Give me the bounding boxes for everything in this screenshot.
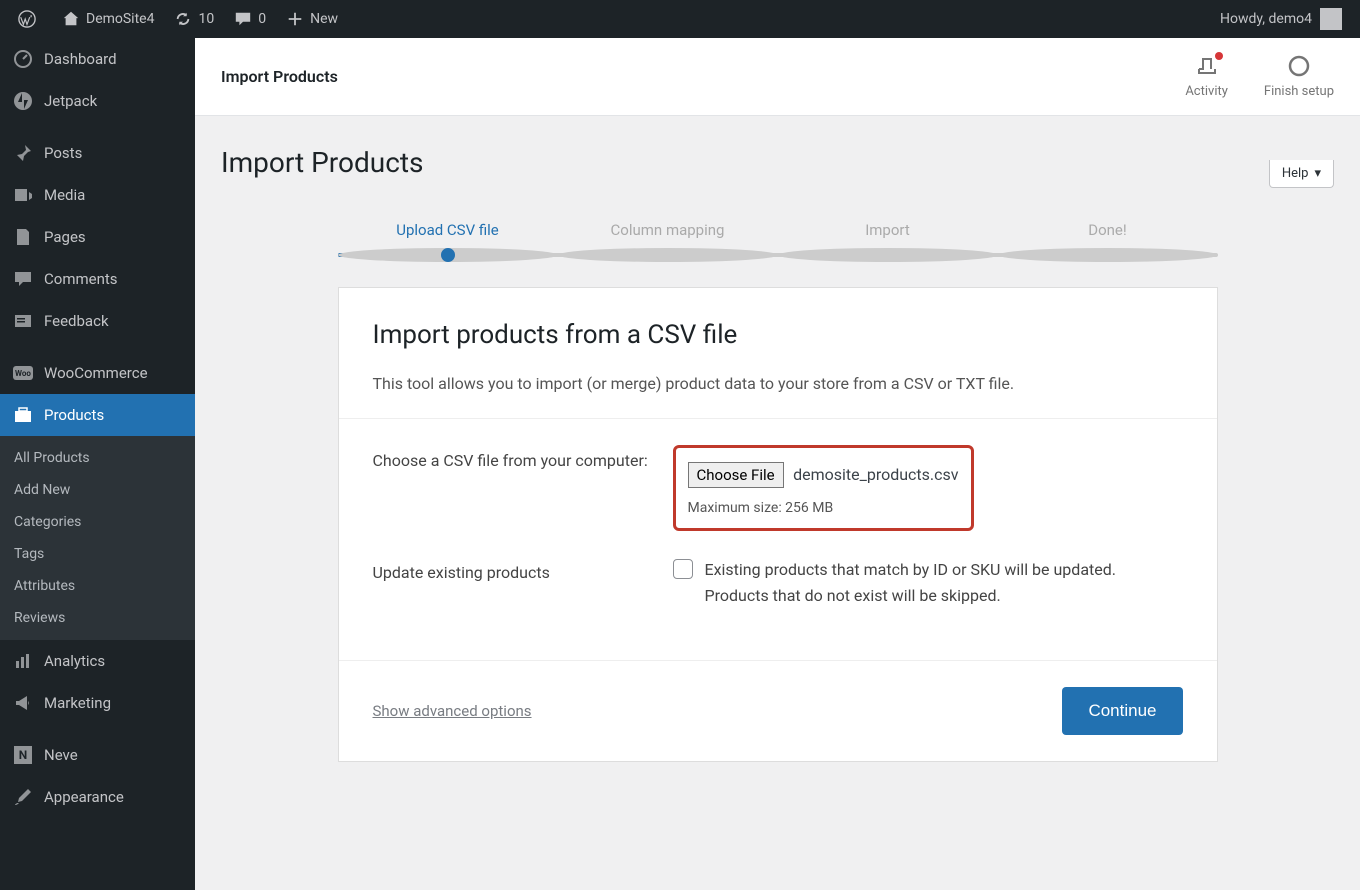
sidebar-label: WooCommerce <box>44 364 148 382</box>
products-icon <box>12 404 34 426</box>
submenu-categories[interactable]: Categories <box>0 506 195 538</box>
finish-setup-button[interactable]: Finish setup <box>1264 54 1334 99</box>
finish-setup-label: Finish setup <box>1264 84 1334 99</box>
sidebar-item-comments[interactable]: Comments <box>0 258 195 300</box>
step-done: Done! <box>998 221 1218 239</box>
brush-icon <box>12 786 34 808</box>
update-existing-description: Existing products that match by ID or SK… <box>705 557 1183 608</box>
submenu-reviews[interactable]: Reviews <box>0 602 195 634</box>
neve-icon: N <box>12 744 34 766</box>
updates-count: 10 <box>198 11 214 27</box>
step-import: Import <box>778 221 998 239</box>
progress-stepper: Upload CSV file Column mapping Import Do… <box>338 207 1218 257</box>
page-icon <box>12 226 34 248</box>
submenu-tags[interactable]: Tags <box>0 538 195 570</box>
topbar-title: Import Products <box>221 67 338 86</box>
sidebar-label: Jetpack <box>44 92 97 110</box>
import-card: Import products from a CSV file This too… <box>338 287 1218 762</box>
svg-text:N: N <box>19 748 27 762</box>
sidebar-label: Neve <box>44 746 78 764</box>
sidebar-label: Appearance <box>44 788 124 806</box>
help-tab[interactable]: Help ▾ <box>1269 160 1334 188</box>
sidebar-item-marketing[interactable]: Marketing <box>0 682 195 724</box>
submenu-all-products[interactable]: All Products <box>0 442 195 474</box>
sidebar-label: Dashboard <box>44 50 117 68</box>
sidebar-item-feedback[interactable]: Feedback <box>0 300 195 342</box>
sidebar-label: Analytics <box>44 652 105 670</box>
chevron-down-icon: ▾ <box>1314 166 1321 181</box>
refresh-icon <box>174 10 192 28</box>
plus-icon <box>286 10 304 28</box>
sidebar-label: Pages <box>44 228 86 246</box>
step-mapping: Column mapping <box>558 221 778 239</box>
content-area: Import Products Activity Finish setup He… <box>195 38 1360 890</box>
activity-button[interactable]: Activity <box>1185 54 1228 99</box>
wc-topbar: Import Products Activity Finish setup <box>195 38 1360 116</box>
new-link[interactable]: New <box>276 0 348 38</box>
activity-label: Activity <box>1185 84 1228 99</box>
card-heading: Import products from a CSV file <box>373 320 1183 350</box>
sidebar-label: Posts <box>44 144 82 162</box>
woo-icon: Woo <box>12 362 34 384</box>
comments-count: 0 <box>258 11 266 27</box>
help-label: Help <box>1282 166 1309 181</box>
sidebar-label: Products <box>44 406 104 424</box>
howdy-label: Howdy, demo4 <box>1220 11 1312 27</box>
sidebar-item-dashboard[interactable]: Dashboard <box>0 38 195 80</box>
dashboard-icon <box>12 48 34 70</box>
site-link[interactable]: DemoSite4 <box>52 0 164 38</box>
wp-logo[interactable] <box>8 0 52 38</box>
activity-icon <box>1195 54 1219 78</box>
jetpack-icon <box>12 90 34 112</box>
sidebar-item-neve[interactable]: N Neve <box>0 734 195 776</box>
wordpress-icon <box>18 10 36 28</box>
update-existing-checkbox[interactable] <box>673 559 693 579</box>
sidebar-item-media[interactable]: Media <box>0 174 195 216</box>
admin-bar: DemoSite4 10 0 New Howdy, demo4 <box>0 0 1360 38</box>
update-existing-label: Update existing products <box>373 557 653 608</box>
sidebar-item-jetpack[interactable]: Jetpack <box>0 80 195 122</box>
marketing-icon <box>12 692 34 714</box>
submenu-attributes[interactable]: Attributes <box>0 570 195 602</box>
max-size-label: Maximum size: 256 MB <box>688 500 959 516</box>
page-title: Import Products <box>221 146 1334 179</box>
new-label: New <box>310 11 338 27</box>
howdy-link[interactable]: Howdy, demo4 <box>1210 0 1352 38</box>
circle-icon <box>1287 54 1311 78</box>
sidebar-item-woocommerce[interactable]: Woo WooCommerce <box>0 352 195 394</box>
comments-link[interactable]: 0 <box>224 0 276 38</box>
admin-sidebar: Dashboard Jetpack Posts Media Pages Comm… <box>0 38 195 890</box>
comment-icon <box>234 10 252 28</box>
sidebar-label: Comments <box>44 270 118 288</box>
comments-icon <box>12 268 34 290</box>
notification-dot-icon <box>1215 52 1223 60</box>
avatar-icon <box>1320 8 1342 30</box>
analytics-icon <box>12 650 34 672</box>
media-icon <box>12 184 34 206</box>
sidebar-item-products[interactable]: Products <box>0 394 195 436</box>
feedback-icon <box>12 310 34 332</box>
updates-link[interactable]: 10 <box>164 0 224 38</box>
site-name-label: DemoSite4 <box>86 11 154 27</box>
choose-file-button[interactable]: Choose File <box>688 462 784 488</box>
advanced-options-link[interactable]: Show advanced options <box>373 702 532 720</box>
pin-icon <box>12 142 34 164</box>
home-icon <box>62 10 80 28</box>
sidebar-item-posts[interactable]: Posts <box>0 132 195 174</box>
submenu-add-new[interactable]: Add New <box>0 474 195 506</box>
sidebar-label: Media <box>44 186 85 204</box>
choose-file-label: Choose a CSV file from your computer: <box>373 445 653 531</box>
selected-file-name: demosite_products.csv <box>793 465 958 484</box>
card-description: This tool allows you to import (or merge… <box>373 372 1183 396</box>
sidebar-item-appearance[interactable]: Appearance <box>0 776 195 818</box>
products-submenu: All Products Add New Categories Tags Att… <box>0 436 195 640</box>
file-input-highlight: Choose File demosite_products.csv Maximu… <box>673 445 974 531</box>
step-upload: Upload CSV file <box>338 221 558 239</box>
sidebar-label: Marketing <box>44 694 111 712</box>
continue-button[interactable]: Continue <box>1062 687 1182 735</box>
sidebar-item-pages[interactable]: Pages <box>0 216 195 258</box>
svg-text:Woo: Woo <box>15 369 31 378</box>
sidebar-label: Feedback <box>44 312 109 330</box>
sidebar-item-analytics[interactable]: Analytics <box>0 640 195 682</box>
